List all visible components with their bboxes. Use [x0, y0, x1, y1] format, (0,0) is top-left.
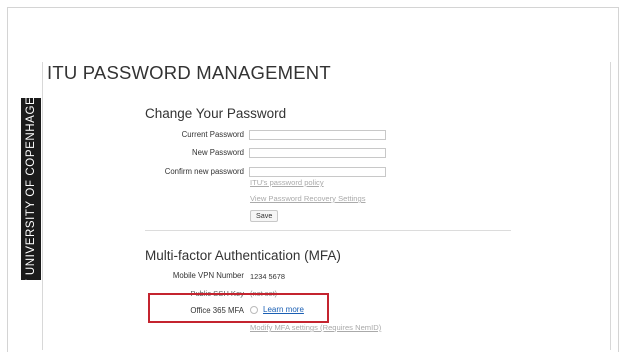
new-password-input[interactable] [249, 148, 386, 158]
university-banner: IT UNIVERSITY OF COPENHAGEN [21, 88, 41, 290]
vpn-number-value: 1234 5678 [250, 272, 285, 281]
confirm-password-label: Confirm new password [164, 167, 244, 176]
save-button[interactable]: Save [250, 210, 279, 222]
content-border-left [42, 62, 43, 350]
confirm-password-input[interactable] [249, 167, 386, 177]
change-password-title: Change Your Password [145, 106, 287, 121]
university-banner-text: IT UNIVERSITY OF COPENHAGEN [25, 87, 37, 291]
current-password-label: Current Password [181, 130, 244, 139]
modify-mfa-link[interactable]: Modify MFA settings (Requires NemID) [250, 323, 381, 332]
recovery-settings-link[interactable]: View Password Recovery Settings [250, 194, 366, 203]
password-policy-link[interactable]: ITU's password policy [250, 178, 324, 187]
page-title: ITU PASSWORD MANAGEMENT [47, 62, 331, 83]
current-password-input[interactable] [249, 130, 386, 140]
vpn-number-label: Mobile VPN Number [172, 271, 244, 280]
office365-mfa-label: Office 365 MFA [190, 306, 244, 315]
section-divider [145, 230, 511, 231]
learn-more-link[interactable]: Learn more [263, 305, 304, 314]
new-password-label: New Password [192, 148, 244, 157]
office365-mfa-radio[interactable] [250, 306, 258, 314]
content-border-right [610, 62, 611, 350]
mfa-title: Multi-factor Authentication (MFA) [145, 248, 341, 263]
